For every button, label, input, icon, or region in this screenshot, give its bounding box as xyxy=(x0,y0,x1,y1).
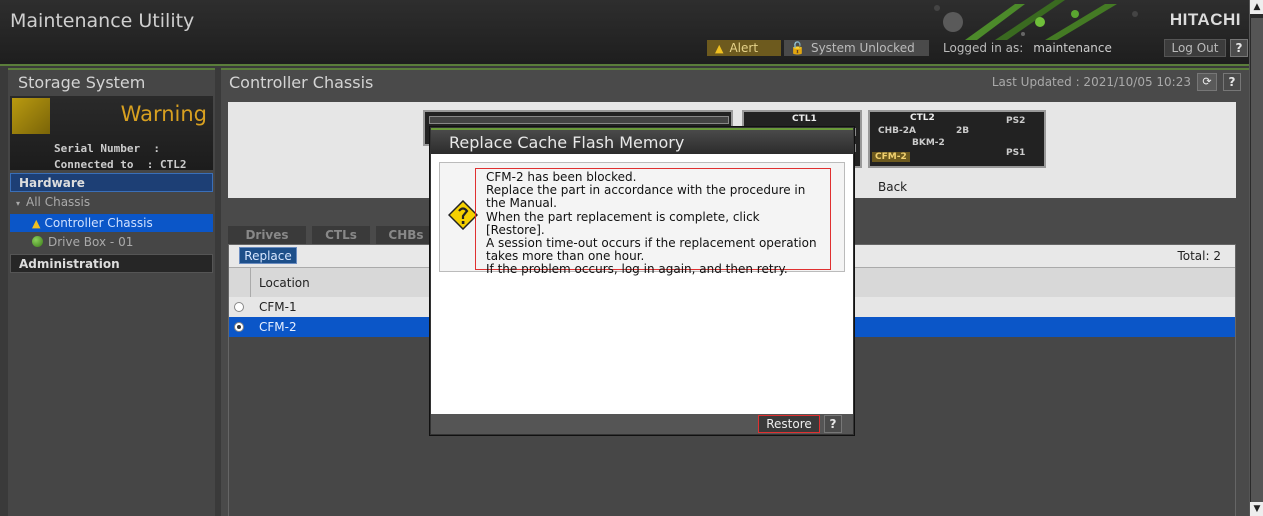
app-title: Maintenance Utility xyxy=(10,10,195,32)
hardware-section-header[interactable]: Hardware xyxy=(10,173,213,192)
refresh-icon: ⟳ xyxy=(1202,75,1212,88)
scrollbar-thumb[interactable] xyxy=(1251,18,1263,508)
row-radio[interactable] xyxy=(234,322,244,332)
back-view-label: Back xyxy=(878,180,908,194)
message-line: A session time-out occurs if the replace… xyxy=(486,236,817,264)
cfm-2-label[interactable]: CFM-2 xyxy=(872,152,910,162)
location-cell: CFM-1 xyxy=(259,300,297,314)
page-title: Controller Chassis xyxy=(229,73,374,92)
total-count: Total: 2 xyxy=(1177,249,1221,263)
username: maintenance xyxy=(1033,41,1112,55)
brand-logo: HITACHI xyxy=(1169,10,1241,29)
warning-icon: ▲ xyxy=(32,217,41,230)
serial-number-label: Serial Number xyxy=(54,142,141,155)
replace-cfm-dialog: Replace Cache Flash Memory CFM-2 has bee… xyxy=(430,127,854,435)
logged-in-info: Logged in as: maintenance xyxy=(943,40,1112,56)
tree-item-all-chassis[interactable]: ▾ All Chassis xyxy=(10,193,213,211)
serial-number-value: : xyxy=(153,142,160,155)
tree-item-drive-box[interactable]: Drive Box - 01 xyxy=(10,233,213,251)
ps2-label: PS2 xyxy=(1006,116,1026,126)
dialog-title-bar: Replace Cache Flash Memory xyxy=(431,128,853,154)
location-cell: CFM-2 xyxy=(259,320,297,334)
message-text: CFM-2 has been blocked. Replace the part… xyxy=(475,168,831,276)
scroll-down-arrow-icon[interactable]: ▼ xyxy=(1250,502,1263,516)
vertical-scrollbar[interactable]: ▲ ▼ xyxy=(1249,0,1263,516)
tree-item-label: Drive Box - 01 xyxy=(48,235,134,249)
dialog-help-button[interactable]: ? xyxy=(824,415,842,433)
last-updated-text: Last Updated : 2021/10/05 10:23 xyxy=(991,75,1191,89)
unlock-icon: 🔓 xyxy=(790,41,805,55)
system-status-label: System Unlocked xyxy=(810,41,915,55)
administration-section-header[interactable]: Administration xyxy=(10,254,213,273)
left-navigation-panel: Storage System Warning Serial Number : C… xyxy=(8,68,215,516)
bkm-2-label: BKM-2 xyxy=(912,138,945,148)
slot-2b-label: 2B xyxy=(956,126,970,136)
chb-2a-label: CHB-2A xyxy=(878,126,916,136)
header-help-button[interactable]: ? xyxy=(1230,39,1248,57)
system-status-box: Warning Serial Number : Connected to : C… xyxy=(10,96,213,171)
brand-decoration xyxy=(905,0,1145,40)
ctl2-module[interactable]: CTL2 CHB-2A 2B BKM-2 CFM-2 PS2 PS1 xyxy=(868,110,1046,168)
tab-chbs[interactable]: CHBs xyxy=(376,226,436,244)
panel-title-storage-system: Storage System xyxy=(18,73,146,92)
alert-button[interactable]: ▲ Alert xyxy=(707,40,781,56)
normal-status-icon xyxy=(32,236,43,247)
tree-item-controller-chassis[interactable]: ▲ Controller Chassis xyxy=(10,214,213,232)
ctl2-label: CTL2 xyxy=(910,113,935,123)
drive-slot-row xyxy=(429,116,729,124)
system-status-badge: 🔓 System Unlocked xyxy=(784,40,929,56)
warning-status-icon xyxy=(12,98,50,134)
page-help-button[interactable]: ? xyxy=(1223,73,1241,91)
alert-label: Alert xyxy=(729,41,759,55)
connected-to-value: : CTL2 xyxy=(146,158,187,171)
connected-to-row: Connected to : CTL2 xyxy=(54,158,186,171)
restore-button[interactable]: Restore xyxy=(758,415,820,433)
top-header: Maintenance Utility HITACHI ▲ Alert 🔓 Syst… xyxy=(0,0,1249,66)
connected-to-label: Connected to xyxy=(54,158,134,171)
tree-item-label: Controller Chassis xyxy=(44,216,153,230)
row-radio[interactable] xyxy=(234,302,244,312)
collapse-icon: ▾ xyxy=(16,199,21,208)
ctl1-label: CTL1 xyxy=(792,114,817,124)
message-line: When the part replacement is complete, c… xyxy=(486,209,760,237)
dialog-footer: Restore ? xyxy=(431,414,853,434)
refresh-button[interactable]: ⟳ xyxy=(1197,73,1217,91)
replace-button[interactable]: Replace xyxy=(239,247,297,264)
tab-drives[interactable]: Drives xyxy=(228,226,306,244)
maintenance-utility-window: Maintenance Utility HITACHI ▲ Alert 🔓 Syst… xyxy=(0,0,1263,516)
scroll-up-arrow-icon[interactable]: ▲ xyxy=(1250,0,1263,14)
tab-ctls[interactable]: CTLs xyxy=(312,226,370,244)
logged-in-label: Logged in as: xyxy=(943,41,1024,55)
column-header-location[interactable]: Location xyxy=(259,276,310,290)
message-line: Replace the part in accordance with the … xyxy=(486,183,806,211)
tree-item-label: All Chassis xyxy=(26,195,91,209)
system-status-text: Warning xyxy=(120,102,207,126)
message-line: If the problem occurs, log in again, and… xyxy=(486,262,788,277)
ps1-label: PS1 xyxy=(1006,148,1026,158)
message-box: CFM-2 has been blocked. Replace the part… xyxy=(439,162,845,276)
dialog-title: Replace Cache Flash Memory xyxy=(449,133,685,152)
serial-number-row: Serial Number : xyxy=(54,142,160,155)
logout-button[interactable]: Log Out xyxy=(1164,39,1226,57)
warning-diamond-icon xyxy=(448,200,478,230)
warning-icon: ▲ xyxy=(715,42,724,55)
